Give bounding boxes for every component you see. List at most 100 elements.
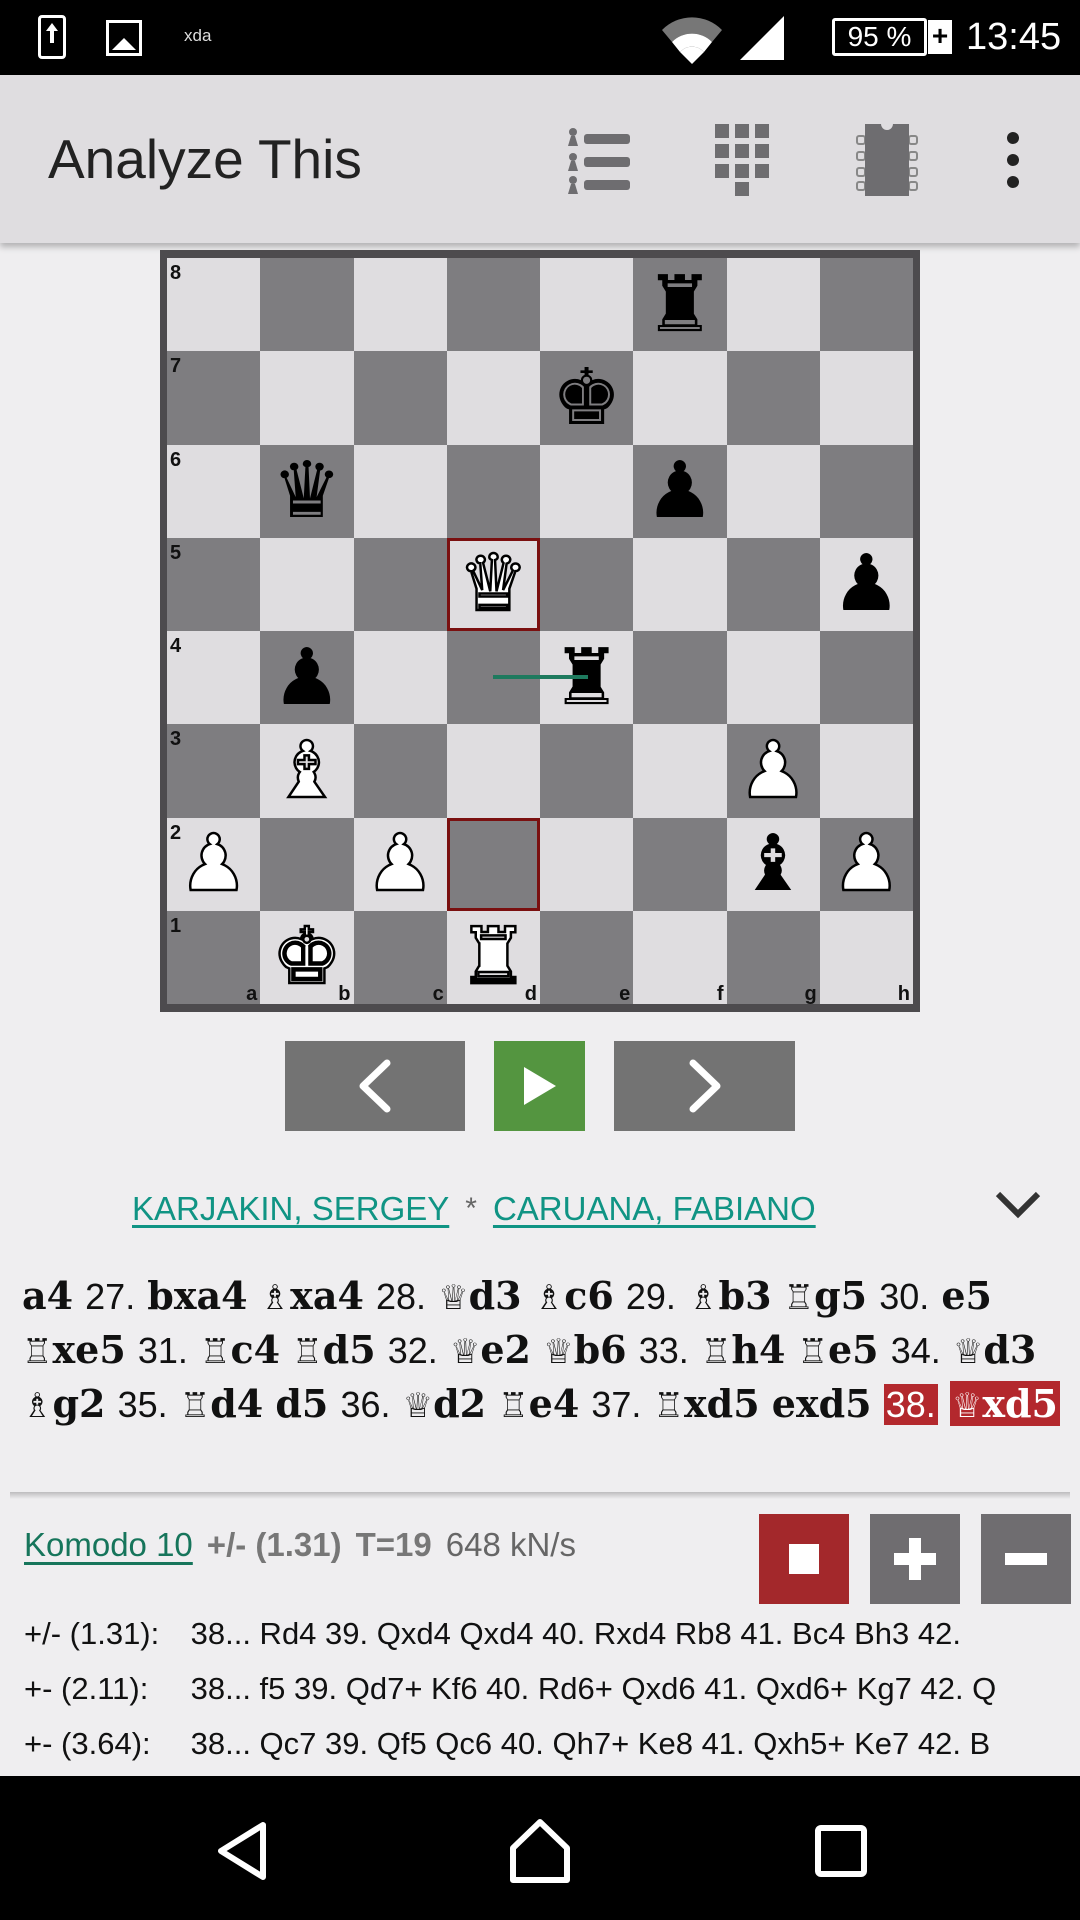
move[interactable]: bxa4 <box>147 1273 247 1318</box>
black-rook-icon[interactable]: ♜ <box>645 266 715 344</box>
move[interactable]: ♕b6 <box>543 1327 627 1372</box>
square-e2[interactable] <box>540 817 634 911</box>
square-c4[interactable] <box>353 631 447 725</box>
black-queen-icon[interactable]: ♛ <box>272 452 342 530</box>
black-pawn-icon[interactable]: ♟ <box>272 639 342 717</box>
move[interactable]: ♗g2 <box>22 1381 106 1426</box>
square-d3[interactable] <box>446 724 540 818</box>
move[interactable]: ♗c6 <box>534 1273 614 1318</box>
square-e6[interactable] <box>540 444 634 538</box>
square-f6[interactable]: ♟ <box>633 444 727 538</box>
engine-line[interactable]: +- (3.64): 38... Qc7 39. Qf5 Qc6 40. Qh7… <box>24 1726 1080 1762</box>
square-g2[interactable]: ♝ <box>726 817 820 911</box>
add-line-button[interactable] <box>870 1514 960 1604</box>
square-g6[interactable] <box>726 444 820 538</box>
chess-board[interactable]: 8 ♜ 7 ♚ 6 ♛ ♟ 5 ♛ ♟ 4 ♟ ♜ 3 ♝ ♟ 2 ♟ ♟ ♝ ♟ 1 a b ♚ c d ♜ e f g h <box>167 258 913 1005</box>
square-f7[interactable] <box>633 351 727 445</box>
square-d7[interactable] <box>446 351 540 445</box>
back-button[interactable] <box>208 1816 278 1886</box>
square-h4[interactable] <box>819 631 913 725</box>
move[interactable]: ♖d5 <box>292 1327 376 1372</box>
current-move-number[interactable]: 38. <box>883 1384 938 1425</box>
square-g5[interactable] <box>726 537 820 631</box>
square-h6[interactable] <box>819 444 913 538</box>
move-list-button[interactable] <box>556 115 646 205</box>
square-g4[interactable] <box>726 631 820 725</box>
move[interactable]: ♕d3 <box>953 1327 1037 1372</box>
square-c5[interactable] <box>353 537 447 631</box>
engine-line[interactable]: +- (2.11): 38... f5 39. Qd7+ Kf6 40. Rd6… <box>24 1671 1080 1707</box>
engine-button[interactable] <box>842 115 932 205</box>
black-king-icon[interactable]: ♚ <box>552 359 622 437</box>
overflow-menu-button[interactable] <box>968 115 1058 205</box>
square-a3[interactable]: 3 <box>167 724 261 818</box>
square-d1[interactable]: d ♜ <box>446 910 540 1005</box>
square-e7[interactable]: ♚ <box>540 351 634 445</box>
move[interactable]: ♕d3 <box>438 1273 522 1318</box>
square-c8[interactable] <box>353 258 447 352</box>
previous-move-button[interactable] <box>285 1041 465 1131</box>
square-e1[interactable]: e <box>540 910 634 1005</box>
move[interactable]: ♖g5 <box>784 1273 868 1318</box>
next-move-button[interactable] <box>614 1041 795 1131</box>
square-f2[interactable] <box>633 817 727 911</box>
square-b1[interactable]: b ♚ <box>260 910 354 1005</box>
square-h2[interactable]: ♟ <box>819 817 913 911</box>
square-e5[interactable] <box>540 537 634 631</box>
square-b7[interactable] <box>260 351 354 445</box>
white-pawn-icon[interactable]: ♟ <box>737 731 809 812</box>
move[interactable]: ♗b3 <box>688 1273 772 1318</box>
square-a2[interactable]: 2 ♟ <box>167 817 261 911</box>
square-d5[interactable]: ♛ <box>446 537 540 631</box>
engine-line[interactable]: +/- (1.31): 38... Rd4 39. Qxd4 Qxd4 40. … <box>24 1616 1080 1652</box>
square-c7[interactable] <box>353 351 447 445</box>
white-pawn-icon[interactable]: ♟ <box>364 824 436 905</box>
black-player-link[interactable]: CARUANA, FABIANO <box>493 1190 816 1228</box>
square-b4[interactable]: ♟ <box>260 631 354 725</box>
square-b2[interactable] <box>260 817 354 911</box>
square-h5[interactable]: ♟ <box>819 537 913 631</box>
move[interactable]: d5 <box>275 1381 328 1426</box>
square-e3[interactable] <box>540 724 634 818</box>
move[interactable]: a4 <box>22 1273 73 1318</box>
square-h1[interactable]: h <box>819 910 913 1005</box>
square-c6[interactable] <box>353 444 447 538</box>
move[interactable]: exd5 <box>772 1381 872 1426</box>
square-g7[interactable] <box>726 351 820 445</box>
move[interactable]: ♖e4 <box>498 1381 579 1426</box>
move[interactable]: ♕e2 <box>450 1327 531 1372</box>
square-f3[interactable] <box>633 724 727 818</box>
current-move[interactable]: ♕xd5 <box>949 1381 1060 1426</box>
recents-button[interactable] <box>806 1816 876 1886</box>
white-player-link[interactable]: KARJAKIN, SERGEY <box>132 1190 449 1228</box>
play-button[interactable] <box>494 1041 585 1131</box>
move[interactable]: e5 <box>941 1273 992 1318</box>
square-c3[interactable] <box>353 724 447 818</box>
white-king-icon[interactable]: ♚ <box>271 917 343 998</box>
move[interactable]: ♖xe5 <box>22 1327 126 1372</box>
move[interactable]: ♖xd5 <box>654 1381 760 1426</box>
square-h3[interactable] <box>819 724 913 818</box>
square-a1[interactable]: 1a <box>167 910 261 1005</box>
square-e8[interactable] <box>540 258 634 352</box>
black-pawn-icon[interactable]: ♟ <box>645 452 715 530</box>
square-a8[interactable]: 8 <box>167 258 261 352</box>
black-bishop-icon[interactable]: ♝ <box>738 825 808 903</box>
square-b6[interactable]: ♛ <box>260 444 354 538</box>
white-queen-icon[interactable]: ♛ <box>457 544 529 625</box>
square-b8[interactable] <box>260 258 354 352</box>
square-c1[interactable]: c <box>353 910 447 1005</box>
square-c2[interactable]: ♟ <box>353 817 447 911</box>
square-a7[interactable]: 7 <box>167 351 261 445</box>
square-f8[interactable]: ♜ <box>633 258 727 352</box>
square-g1[interactable]: g <box>726 910 820 1005</box>
white-pawn-icon[interactable]: ♟ <box>830 824 902 905</box>
square-d6[interactable] <box>446 444 540 538</box>
square-d8[interactable] <box>446 258 540 352</box>
move[interactable]: ♖e5 <box>797 1327 878 1372</box>
square-h8[interactable] <box>819 258 913 352</box>
square-f5[interactable] <box>633 537 727 631</box>
square-b3[interactable]: ♝ <box>260 724 354 818</box>
remove-line-button[interactable] <box>981 1514 1071 1604</box>
square-d2[interactable] <box>446 817 540 911</box>
